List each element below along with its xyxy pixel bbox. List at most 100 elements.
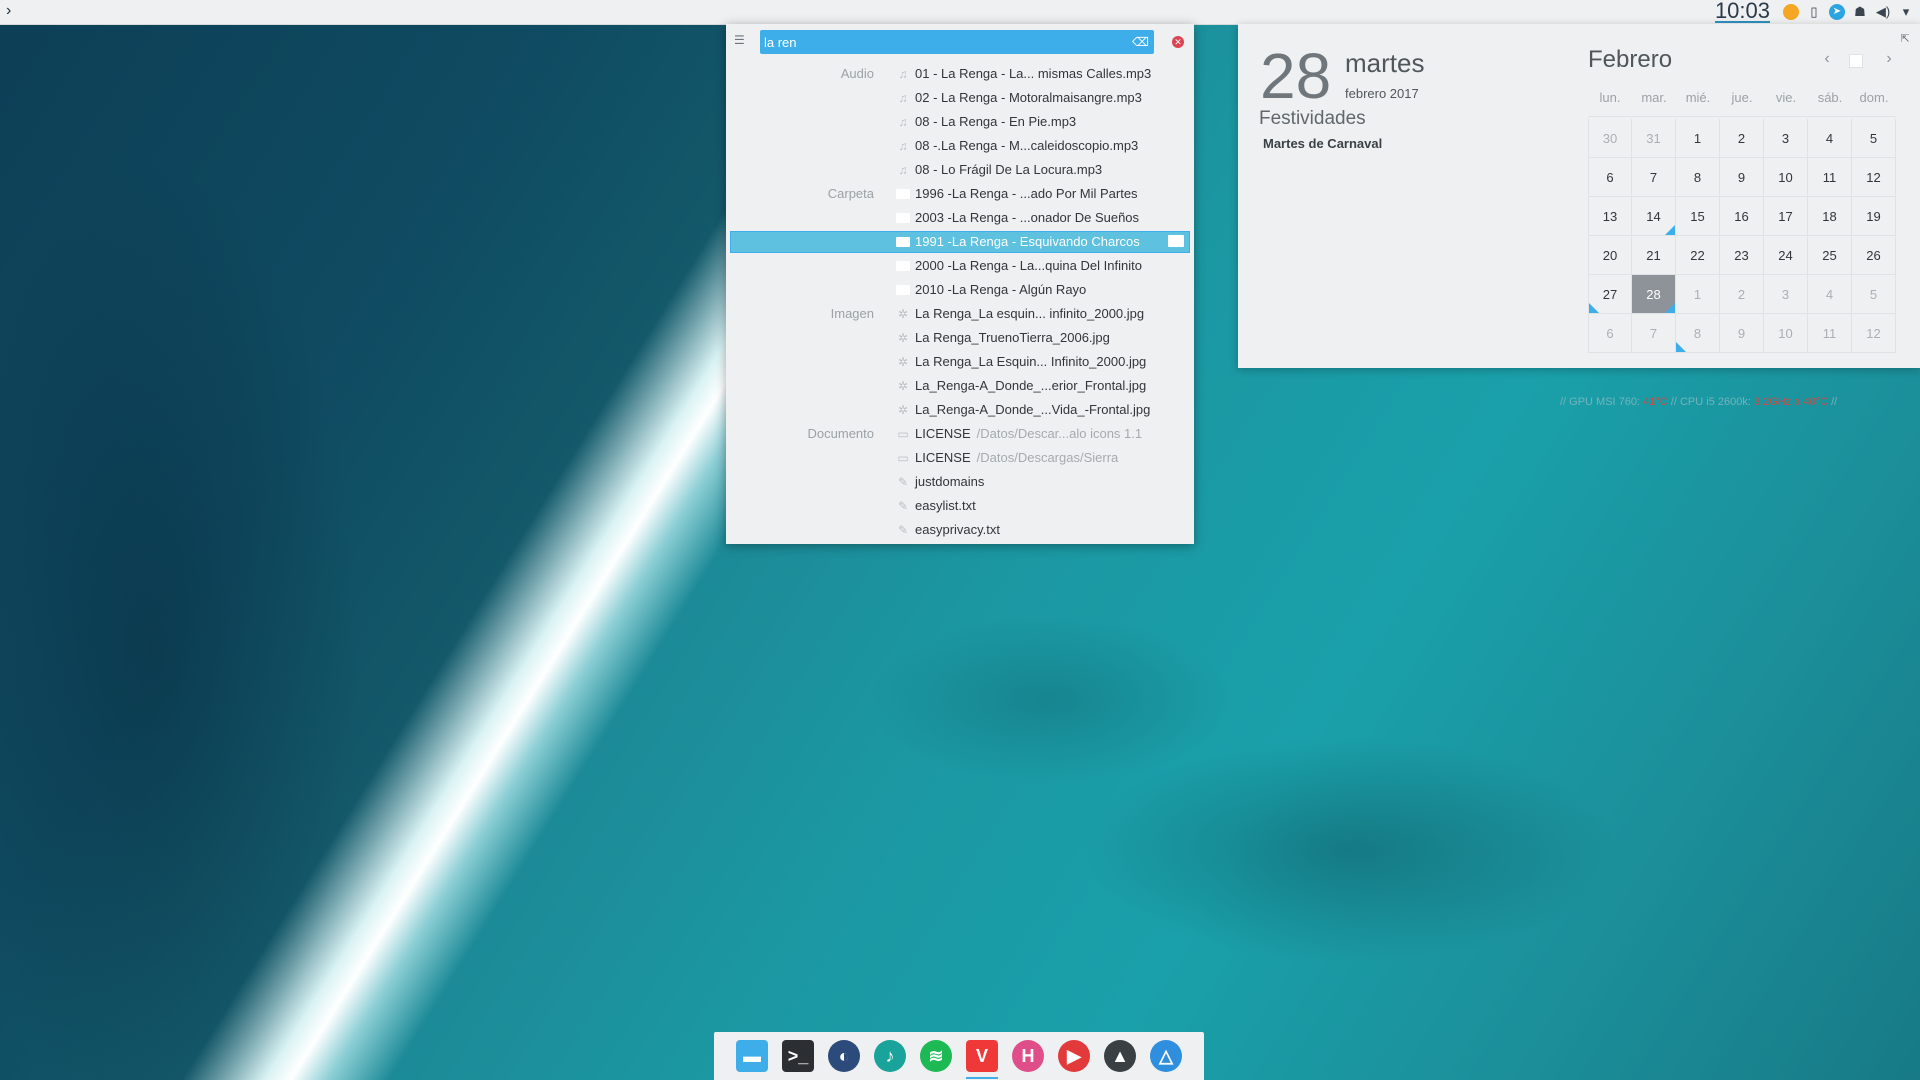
battery-icon[interactable]: ▯ xyxy=(1806,4,1822,20)
search-result-item[interactable]: ♫ 02 - La Renga - Motoralmaisangre.mp3 xyxy=(726,86,1194,110)
clear-search-icon[interactable]: ⌫ xyxy=(1132,35,1149,49)
dock-item[interactable]: ▲ xyxy=(1102,1038,1138,1074)
previous-month-icon[interactable]: ‹ xyxy=(1820,50,1834,68)
pin-icon[interactable]: ⇱ xyxy=(1898,32,1912,46)
calendar-day[interactable]: 11 xyxy=(1808,158,1852,197)
calendar-day[interactable]: 19 xyxy=(1852,197,1896,236)
calendar-day[interactable]: 15 xyxy=(1676,197,1720,236)
calendar-day[interactable]: 18 xyxy=(1808,197,1852,236)
dock-item[interactable]: ♪ xyxy=(872,1038,908,1074)
volume-icon[interactable]: ◀) xyxy=(1875,4,1891,20)
calendar-day[interactable]: 22 xyxy=(1676,236,1720,275)
search-result-item[interactable]: ✲ La_Renga-A_Donde_...erior_Frontal.jpg xyxy=(726,374,1194,398)
search-result-item[interactable]: 2000 -La Renga - La...quina Del Infinito xyxy=(726,254,1194,278)
clock[interactable]: 10:03 xyxy=(1714,0,1770,23)
calendar-day[interactable]: 5 xyxy=(1852,119,1896,158)
result-category-label xyxy=(726,350,874,374)
calendar-day[interactable]: 13 xyxy=(1588,197,1632,236)
search-result-item[interactable]: ♫ 08 - La Renga - En Pie.mp3 xyxy=(726,110,1194,134)
calendar-day[interactable]: 8 xyxy=(1676,158,1720,197)
calendar-day[interactable]: 12 xyxy=(1852,158,1896,197)
dock-item[interactable]: ▬ xyxy=(734,1038,770,1074)
calendar-day[interactable]: 26 xyxy=(1852,236,1896,275)
calendar-day[interactable]: 21 xyxy=(1632,236,1676,275)
calendar-day[interactable]: 27 xyxy=(1588,275,1632,314)
calendar-day[interactable]: 8 xyxy=(1676,314,1720,353)
dock-item[interactable]: ≋ xyxy=(918,1038,954,1074)
calendar-day[interactable]: 11 xyxy=(1808,314,1852,353)
calendar-day[interactable]: 20 xyxy=(1588,236,1632,275)
search-result-item[interactable]: ✎ justdomains xyxy=(726,470,1194,494)
ghost-icon[interactable]: ☗ xyxy=(1852,4,1868,20)
calendar-day[interactable]: 5 xyxy=(1852,275,1896,314)
search-result-item[interactable]: 2003 -La Renga - ...onador De Sueños xyxy=(726,206,1194,230)
today-button[interactable] xyxy=(1849,54,1863,68)
next-month-icon[interactable]: › xyxy=(1882,50,1896,68)
calendar-day[interactable]: 9 xyxy=(1720,314,1764,353)
settings-icon[interactable]: ☰ xyxy=(734,33,750,49)
dock-item[interactable]: V xyxy=(964,1038,1000,1079)
search-result-item[interactable]: ✎ easylist.txt xyxy=(726,494,1194,518)
search-result-item[interactable]: ▭ LICENSE/Datos/Descargas/Sierra xyxy=(726,446,1194,470)
calendar-day[interactable]: 14 xyxy=(1632,197,1676,236)
calendar-day[interactable]: 2 xyxy=(1720,119,1764,158)
calendar-day[interactable]: 17 xyxy=(1764,197,1808,236)
calendar-day[interactable]: 30 xyxy=(1588,119,1632,158)
dock-item[interactable]: >_ xyxy=(780,1038,816,1074)
open-folder-icon[interactable] xyxy=(1168,235,1184,247)
search-result-item[interactable]: ♫ 08 -.La Renga - M...caleidoscopio.mp3 xyxy=(726,134,1194,158)
search-result-item[interactable]: 2010 -La Renga - Algún Rayo xyxy=(726,278,1194,302)
calendar-day[interactable]: 1 xyxy=(1676,119,1720,158)
calendar-day[interactable]: 2 xyxy=(1720,275,1764,314)
calendar-day[interactable]: 6 xyxy=(1588,158,1632,197)
calendar-day[interactable]: 4 xyxy=(1808,275,1852,314)
search-result-item[interactable]: 1991 -La Renga - Esquivando Charcos xyxy=(726,230,1194,254)
search-bar[interactable]: ⌫ xyxy=(760,30,1154,54)
dock-item[interactable]: H xyxy=(1010,1038,1046,1074)
calendar-widget: 28 martes febrero 2017 Festividades Mart… xyxy=(1238,24,1920,368)
calendar-day[interactable]: 10 xyxy=(1764,158,1808,197)
telegram-icon[interactable]: ➤ xyxy=(1829,4,1845,20)
search-result-item[interactable]: ✎ easyprivacy.txt xyxy=(726,518,1194,542)
search-input[interactable] xyxy=(764,32,1114,52)
result-title: LICENSE xyxy=(915,426,971,441)
calendar-day[interactable]: 12 xyxy=(1852,314,1896,353)
chevron-right-icon[interactable]: › xyxy=(6,2,24,20)
holidays-title: Festividades xyxy=(1259,108,1366,129)
calendar-day[interactable]: 31 xyxy=(1632,119,1676,158)
dock-item[interactable]: ◐ xyxy=(826,1038,862,1074)
calendar-day[interactable]: 16 xyxy=(1720,197,1764,236)
calendar-day[interactable]: 10 xyxy=(1764,314,1808,353)
search-result-item[interactable]: ✲ La_Renga-A_Donde_...Vida_-Frontal.jpg xyxy=(726,398,1194,422)
search-result-item[interactable]: Documento ▭ LICENSE/Datos/Descar...alo ico… xyxy=(726,422,1194,446)
result-title: 08 -.La Renga - M...caleidoscopio.mp3 xyxy=(915,138,1139,153)
calendar-day[interactable]: 3 xyxy=(1764,119,1808,158)
chevron-down-icon[interactable]: ▾ xyxy=(1898,4,1914,20)
calendar-day[interactable]: 3 xyxy=(1764,275,1808,314)
month-title[interactable]: Febrero xyxy=(1588,46,1672,74)
app-store-icon: △ xyxy=(1150,1040,1182,1072)
dock-item[interactable]: △ xyxy=(1148,1038,1184,1074)
calendar-day[interactable]: 25 xyxy=(1808,236,1852,275)
search-result-item[interactable]: ✲ La Renga_La Esquin... Infinito_2000.jpg xyxy=(726,350,1194,374)
calendar-day[interactable]: 4 xyxy=(1808,119,1852,158)
calendar-day[interactable]: 9 xyxy=(1720,158,1764,197)
calendar-day[interactable]: 7 xyxy=(1632,158,1676,197)
calendar-day[interactable]: 24 xyxy=(1764,236,1808,275)
search-result-item[interactable]: ✲ La Renga_TruenoTierra_2006.jpg xyxy=(726,326,1194,350)
search-result-item[interactable]: Imagen ✲ La Renga_La esquin... infinito_20… xyxy=(726,302,1194,326)
result-text: justdomains xyxy=(915,470,984,494)
search-result-item[interactable]: Audio ♫ 01 - La Renga - La... mismas Calle… xyxy=(726,62,1194,86)
dock-item[interactable]: ▶ xyxy=(1056,1038,1092,1074)
calendar-day[interactable]: 7 xyxy=(1632,314,1676,353)
calendar-day-today[interactable]: 28 xyxy=(1632,275,1676,314)
search-result-item[interactable]: Carpeta 1996 -La Renga - ...ado Por Mil P… xyxy=(726,182,1194,206)
close-icon[interactable]: ✕ xyxy=(1172,36,1184,48)
calendar-day[interactable]: 1 xyxy=(1676,275,1720,314)
status-dot-icon[interactable] xyxy=(1783,4,1799,20)
calendar-day[interactable]: 6 xyxy=(1588,314,1632,353)
calendar-day[interactable]: 23 xyxy=(1720,236,1764,275)
search-result-item[interactable]: ♫ 08 - Lo Frágil De La Locura.mp3 xyxy=(726,158,1194,182)
result-title: 2000 -La Renga - La...quina Del Infinito xyxy=(915,258,1142,273)
month-grid: lun. mar. mié. jue. vie. sáb. dom. 30 31 1 2 3 4 5 6 7 8… xyxy=(1588,80,1896,353)
